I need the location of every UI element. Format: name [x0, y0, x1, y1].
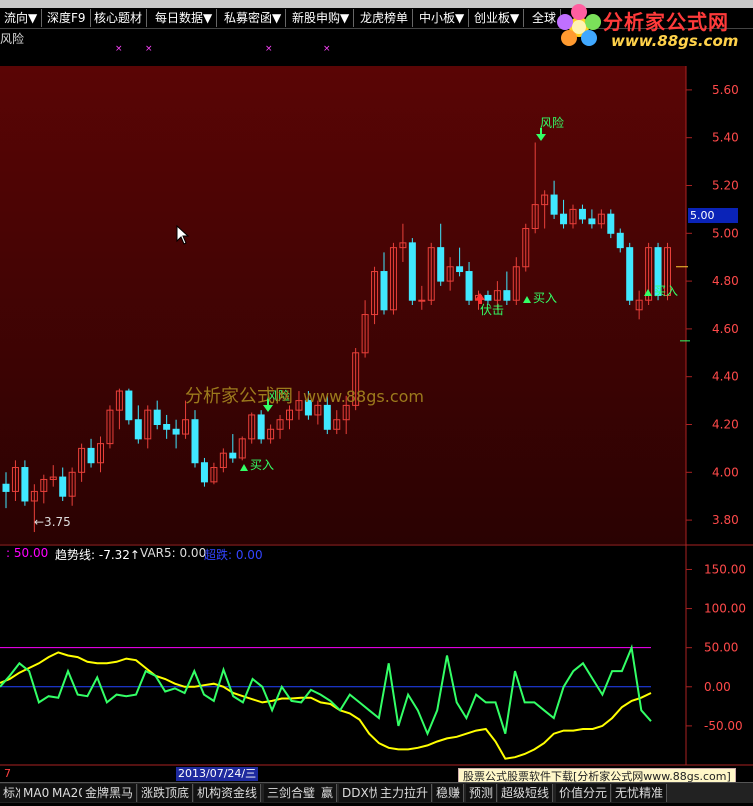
candle-body — [21, 467, 29, 502]
candle-body — [125, 390, 133, 421]
period-number: 7 — [4, 767, 11, 780]
risk-label-top: 风险 — [540, 115, 564, 130]
candle-body — [200, 462, 208, 483]
candle — [408, 238, 416, 305]
candle-body — [59, 476, 67, 497]
candle-body — [437, 247, 445, 282]
stat-oversold: 超跌: 0.00 — [204, 548, 263, 562]
candle-body — [323, 404, 331, 430]
watermark-url: www.88gs.com — [303, 387, 424, 406]
tab-three-swords[interactable]: 三剑合璧 — [264, 784, 320, 802]
candle-body — [257, 414, 265, 440]
trend-line-series — [0, 651, 652, 760]
cursor-date: 2013/07/24/三 — [176, 767, 259, 781]
candle-body — [616, 232, 624, 249]
candle-body — [578, 208, 586, 220]
stat-level-50: : 50.00 — [6, 546, 49, 560]
tab-super-short[interactable]: 超级短线 — [498, 784, 554, 802]
candle — [607, 209, 615, 239]
candle-body — [465, 271, 473, 301]
indicator-tabs: 标准 MA03 MA20 金牌黑马 涨跌顶底 机构资金线 三剑合璧 赢 DDX忧… — [0, 782, 753, 803]
price-tick-label: 5.20 — [712, 179, 739, 193]
watermark: 分析家公式网 www.88gs.com — [185, 382, 424, 408]
mouse-cursor-icon — [176, 225, 190, 245]
candle-body — [550, 194, 558, 215]
var5-line-series — [0, 644, 652, 737]
price-tick-label: 4.00 — [712, 465, 739, 479]
candle-body — [380, 271, 388, 311]
candle — [200, 457, 208, 487]
tab-main-force[interactable]: 主力拉升 — [377, 784, 433, 802]
candle-body — [172, 428, 180, 435]
candle-body — [87, 447, 95, 464]
candle-body — [408, 242, 416, 301]
candle-body — [503, 290, 511, 301]
price-tick-label: 4.20 — [712, 418, 739, 432]
price-tick-label: 5.00 — [712, 226, 739, 240]
price-tick-label: 4.80 — [712, 274, 739, 288]
candle-body — [607, 213, 615, 234]
indicator-tick-label: -50.00 — [704, 719, 743, 733]
candle — [626, 242, 634, 305]
indicator-tick-label: 0.00 — [704, 680, 731, 694]
price-panel-background — [0, 66, 686, 544]
candle-body — [229, 452, 237, 459]
current-price-box: 5.00 — [688, 208, 738, 223]
tab-forecast[interactable]: 预测 — [466, 784, 498, 802]
signal-mark: × — [265, 44, 273, 54]
candle-body — [588, 218, 596, 225]
price-tick-label: 3.80 — [712, 513, 739, 527]
candle-body — [134, 419, 142, 440]
signal-mark: × — [323, 44, 331, 54]
low-price-label: ←3.75 — [34, 515, 71, 529]
candle-body — [163, 424, 171, 430]
tab-top-bottom[interactable]: 涨跌顶底 — [138, 784, 194, 802]
buy-label-1: 买入 — [250, 458, 274, 472]
buy-label-2: 买入 — [533, 291, 557, 305]
price-tick-label: 5.60 — [712, 83, 739, 97]
candle-body — [626, 247, 634, 301]
tab-institution-fund[interactable]: 机构资金线 — [194, 784, 262, 802]
candle-body — [456, 266, 464, 273]
price-tick-label: 5.40 — [712, 131, 739, 145]
candle-body — [2, 483, 10, 492]
tab-value[interactable]: 价值分元 — [556, 784, 612, 802]
candle-body — [560, 213, 568, 225]
tab-gold-darkhorse[interactable]: 金牌黑马 — [82, 784, 138, 802]
indicator-tick-label: 100.00 — [704, 602, 746, 616]
stat-var5: VAR5: 0.00 — [140, 546, 207, 560]
candle-body — [418, 299, 426, 302]
watermark-title: 分析家公式网 — [185, 386, 293, 407]
candle-body — [191, 419, 199, 464]
ambush-label: 伏击 — [480, 303, 504, 317]
candle — [125, 388, 133, 425]
indicator-tick-label: 50.00 — [704, 641, 738, 655]
candle — [257, 410, 265, 444]
signal-mark: × — [145, 44, 153, 54]
tab-precise[interactable]: 无忧精准 — [612, 784, 668, 802]
tab-steady[interactable]: 稳赚 — [433, 784, 465, 802]
signal-mark: × — [115, 44, 123, 54]
price-tick-label: 4.40 — [712, 370, 739, 384]
candle-body — [484, 294, 492, 301]
indicator-tick-label: 150.00 — [704, 562, 746, 576]
price-tick-label: 4.60 — [712, 322, 739, 336]
buy-label-3: 买入 — [654, 284, 678, 298]
candle — [21, 460, 29, 506]
candle-body — [153, 409, 161, 426]
stat-trend-line: 趋势线: -7.32↑ — [55, 548, 140, 562]
tab-win[interactable]: 赢 — [318, 784, 338, 802]
